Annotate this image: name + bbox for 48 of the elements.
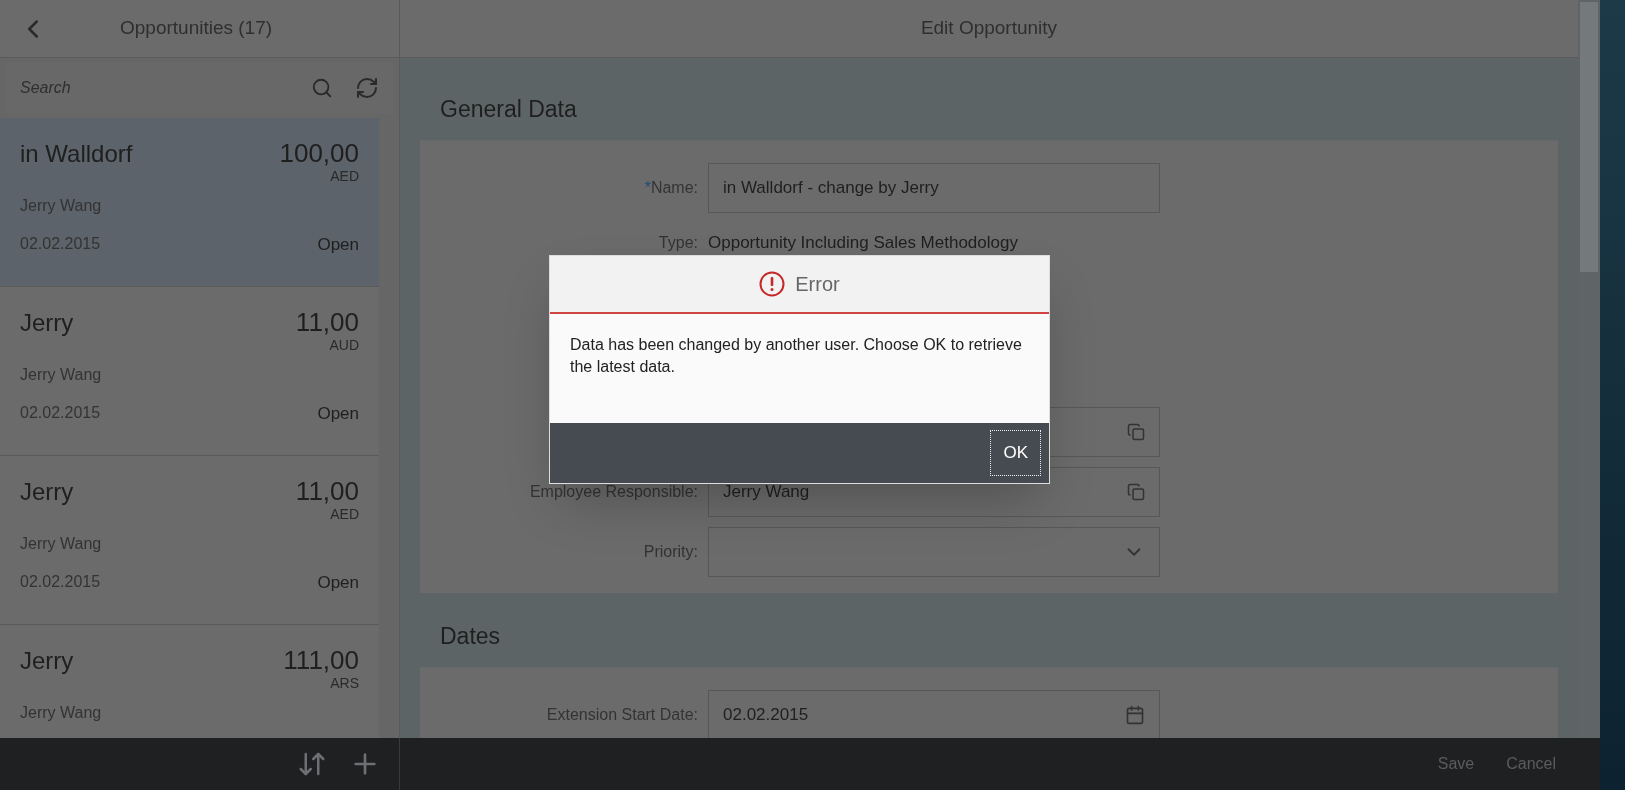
status: Open [317, 234, 359, 256]
date-field[interactable]: 02.02.2015 [708, 690, 1160, 738]
opportunity-item[interactable]: Jerry 111,00 ARS Jerry Wang [0, 625, 379, 738]
opportunity-item[interactable]: Jerry 11,00 AUD Jerry Wang 02.02.2015 Open [0, 287, 379, 456]
status: Open [317, 403, 359, 425]
field-label: Extension Start Date: [546, 706, 698, 723]
section-title: Dates [440, 621, 501, 651]
amount: 11,00 [295, 476, 359, 506]
date: 02.02.2015 [20, 572, 101, 592]
type-value: Opportunity Including Sales Methodology [708, 232, 1018, 255]
field-label: Type: [658, 234, 698, 251]
opportunity-name: Jerry [20, 646, 74, 676]
field-label: *Name: [644, 179, 698, 196]
search-icon[interactable] [311, 77, 333, 99]
currency: AUD [329, 337, 359, 353]
opportunity-name: Jerry [20, 308, 74, 338]
scrollbar[interactable] [1578, 0, 1600, 738]
owner-name: Jerry Wang [20, 535, 102, 552]
section-title: General Data [440, 94, 577, 124]
amount: 100,00 [279, 138, 359, 168]
ok-button[interactable]: OK [990, 430, 1041, 476]
status: Open [317, 572, 359, 594]
date: 02.02.2015 [20, 234, 101, 254]
owner-name: Jerry Wang [20, 704, 102, 721]
footer-button[interactable]: Save [1433, 752, 1479, 776]
currency: AED [330, 168, 359, 184]
page-title: Edit Opportunity [920, 16, 1058, 41]
field-label: Priority: [643, 543, 698, 560]
opportunity-item[interactable]: Jerry 11,00 AED Jerry Wang 02.02.2015 Open [0, 456, 379, 625]
dropdown-field[interactable] [708, 527, 1160, 577]
dialog-title: Error [795, 272, 840, 297]
error-message: Data has been changed by another user. Choose OK to retrieve the latest data. [570, 335, 1023, 377]
opportunity-name: in Walldorf [20, 139, 133, 169]
input-field[interactable]: in Walldorf - change by Jerry [708, 163, 1160, 213]
currency: AED [330, 506, 359, 522]
opportunity-name: Jerry [20, 477, 74, 507]
date: 02.02.2015 [20, 403, 101, 423]
list-title: Opportunities (17) [120, 16, 273, 41]
footer-button[interactable]: Cancel [1502, 752, 1560, 776]
owner-name: Jerry Wang [20, 366, 102, 383]
copy-icon[interactable] [1127, 483, 1145, 501]
amount: 111,00 [283, 645, 359, 675]
error-icon [759, 271, 786, 297]
currency: ARS [330, 675, 359, 691]
copy-icon[interactable] [1127, 423, 1145, 441]
refresh-icon[interactable] [355, 76, 379, 100]
calendar-icon[interactable] [1125, 705, 1145, 725]
amount: 11,00 [295, 307, 359, 337]
